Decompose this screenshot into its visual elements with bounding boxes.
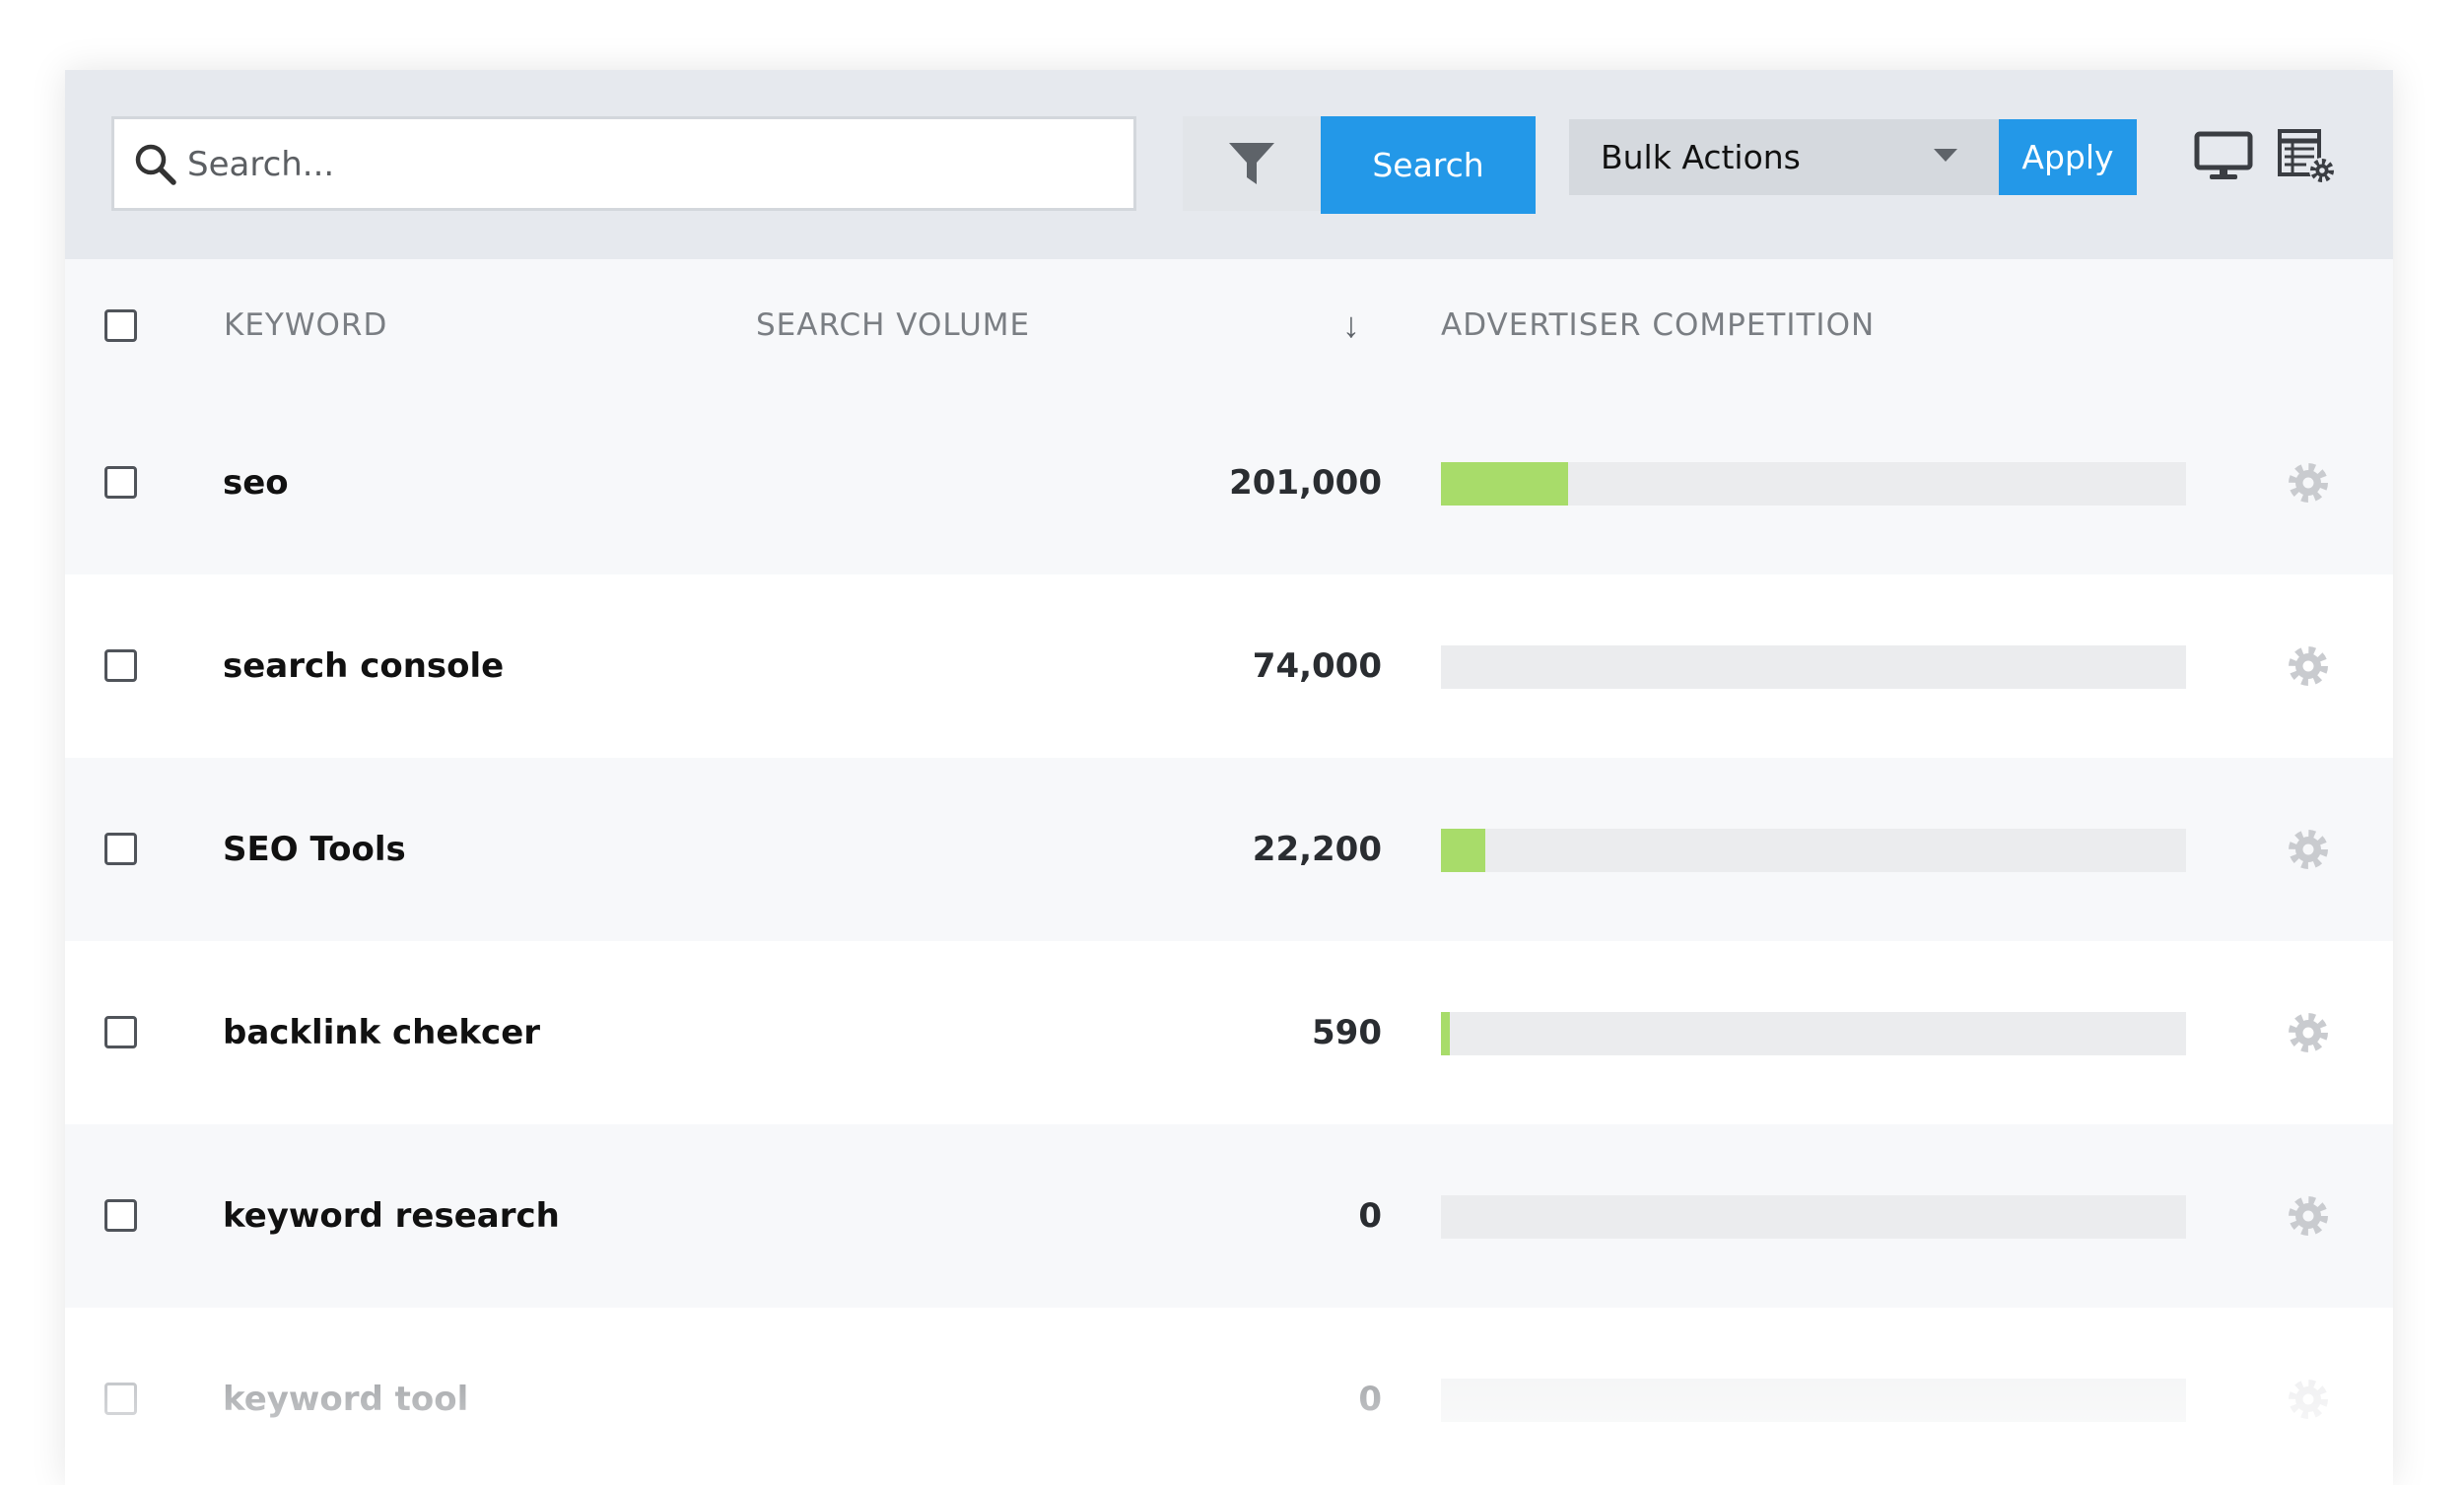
chevron-down-icon — [1934, 149, 1957, 162]
competition-bar — [1441, 1012, 2186, 1055]
filter-button[interactable] — [1183, 116, 1321, 211]
competition-bar — [1441, 1379, 2186, 1422]
search-button[interactable]: Search — [1321, 116, 1536, 214]
apply-button[interactable]: Apply — [1999, 119, 2137, 195]
table-row[interactable]: backlink chekcer 590 — [65, 941, 2393, 1124]
keyword-cell[interactable]: search console — [223, 574, 504, 758]
competition-bar — [1441, 645, 2186, 689]
keyword-cell[interactable]: backlink chekcer — [223, 941, 540, 1124]
search-box[interactable] — [111, 116, 1136, 211]
search-icon — [135, 144, 176, 185]
search-volume-cell: 74,000 — [1252, 646, 1382, 686]
keyword-table-panel: Search Bulk Actions Apply KEYWORD SEARCH — [65, 70, 2393, 1485]
table-row[interactable]: keyword research 0 — [65, 1124, 2393, 1308]
competition-bar-fill — [1441, 829, 1486, 872]
table-row[interactable]: keyword tool 0 — [65, 1308, 2393, 1485]
row-checkbox[interactable] — [104, 1016, 137, 1048]
column-header-search-volume[interactable]: SEARCH VOLUME — [756, 259, 1030, 391]
competition-bar — [1441, 462, 2186, 506]
gear-icon[interactable] — [2287, 461, 2330, 505]
keyword-cell[interactable]: keyword research — [223, 1124, 560, 1308]
filter-icon — [1229, 143, 1274, 184]
bulk-actions-select[interactable]: Bulk Actions — [1569, 119, 1999, 195]
row-checkbox[interactable] — [104, 466, 137, 499]
column-header-keyword[interactable]: KEYWORD — [224, 259, 387, 391]
bulk-actions-label: Bulk Actions — [1601, 138, 1801, 176]
table-row[interactable]: search console 74,000 — [65, 574, 2393, 758]
row-checkbox[interactable] — [104, 1383, 137, 1415]
monitor-icon[interactable] — [2194, 131, 2253, 182]
toolbar: Search Bulk Actions Apply — [65, 70, 2393, 259]
column-header-advertiser-competition[interactable]: ADVERTISER COMPETITION — [1441, 259, 1875, 391]
select-all-checkbox[interactable] — [104, 309, 137, 342]
search-volume-cell: 22,200 — [1252, 830, 1382, 869]
competition-bar — [1441, 1195, 2186, 1239]
gear-icon[interactable] — [2287, 828, 2330, 871]
table-row[interactable]: seo 201,000 — [65, 391, 2393, 574]
table-row[interactable]: SEO Tools 22,200 — [65, 758, 2393, 941]
gear-icon[interactable] — [2287, 1011, 2330, 1054]
keyword-cell[interactable]: seo — [223, 391, 289, 574]
table-settings-icon[interactable] — [2277, 127, 2338, 186]
table-header: KEYWORD SEARCH VOLUME ↓ ADVERTISER COMPE… — [65, 259, 2393, 391]
gear-icon[interactable] — [2287, 644, 2330, 688]
row-checkbox[interactable] — [104, 1199, 137, 1232]
sort-descending-icon[interactable]: ↓ — [1342, 259, 1360, 391]
gear-icon[interactable] — [2287, 1194, 2330, 1238]
row-checkbox[interactable] — [104, 833, 137, 865]
search-input[interactable] — [185, 119, 741, 210]
search-volume-cell: 590 — [1312, 1013, 1382, 1052]
search-volume-cell: 0 — [1358, 1196, 1382, 1236]
competition-bar-fill — [1441, 462, 1568, 506]
competition-bar-fill — [1441, 1012, 1451, 1055]
gear-icon[interactable] — [2287, 1378, 2330, 1421]
row-checkbox[interactable] — [104, 649, 137, 682]
keyword-cell[interactable]: keyword tool — [223, 1308, 468, 1485]
search-volume-cell: 0 — [1358, 1380, 1382, 1419]
keyword-cell[interactable]: SEO Tools — [223, 758, 406, 941]
competition-bar — [1441, 829, 2186, 872]
search-volume-cell: 201,000 — [1229, 463, 1382, 503]
